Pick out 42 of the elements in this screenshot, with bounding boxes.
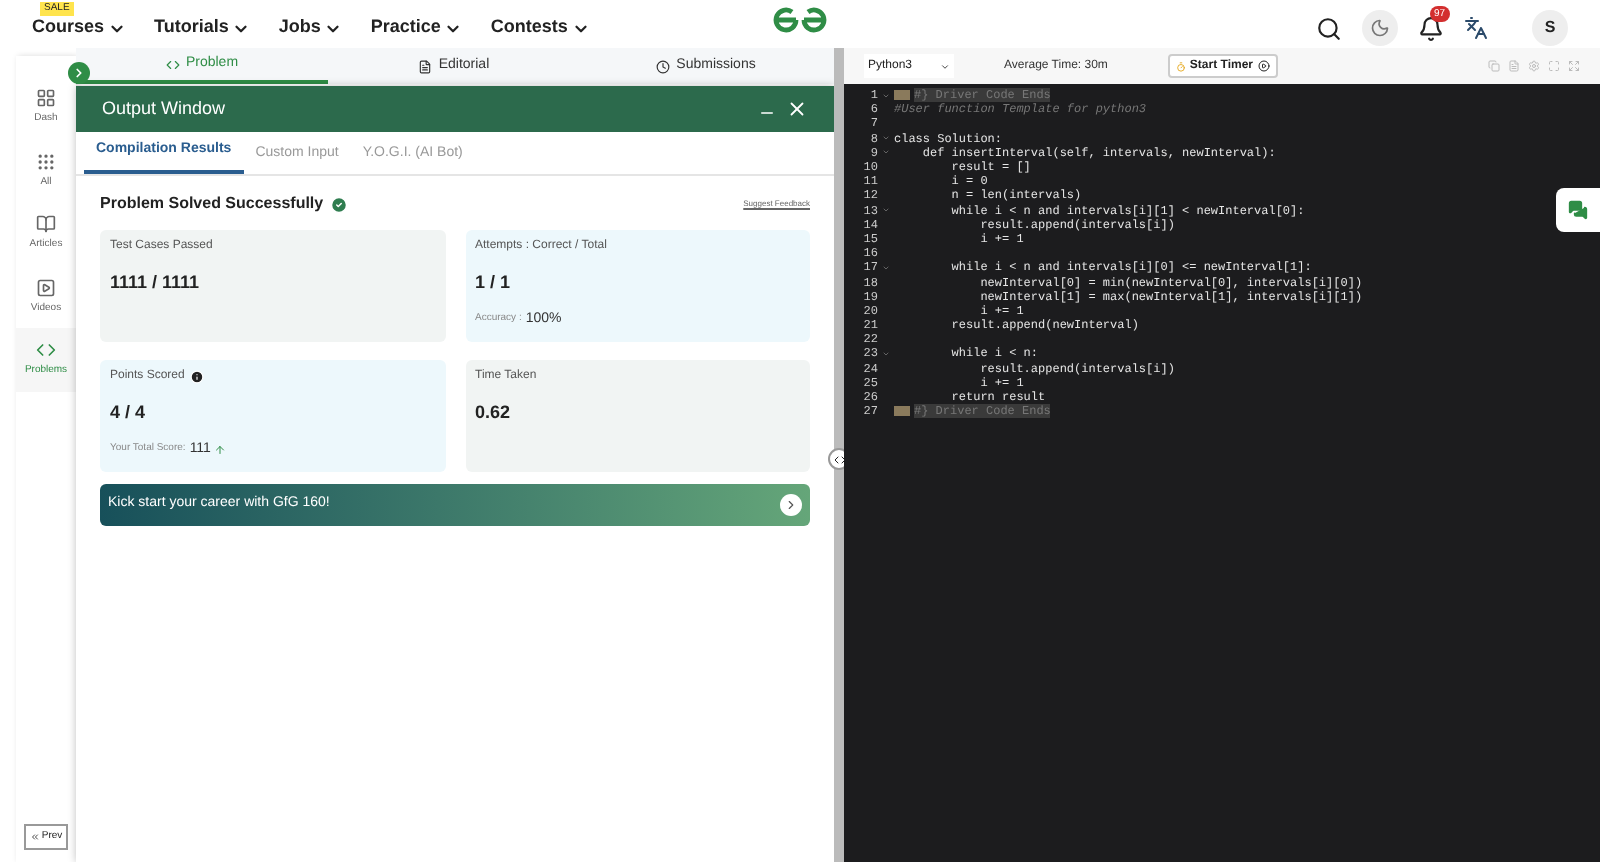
nav-menu-item[interactable]: Practice: [370, 14, 441, 42]
close-icon[interactable]: [786, 98, 808, 120]
fold-marker[interactable]: [894, 406, 910, 417]
nav-menu-item[interactable]: Courses: [32, 14, 105, 42]
stat-value: 0.62: [475, 400, 513, 426]
arrow-up-icon: [214, 443, 227, 456]
chevron-right-icon: [72, 66, 86, 80]
book-icon: [36, 214, 56, 234]
arrow-button[interactable]: [780, 494, 802, 516]
nav-menu-item[interactable]: Tutorials: [154, 14, 229, 42]
chat-icon: [1568, 200, 1588, 220]
stat-value: 4 / 4: [110, 400, 148, 426]
chevron-right-icon: [784, 498, 798, 512]
stat-value: 1 / 1: [475, 270, 513, 296]
info-icon: [190, 370, 205, 384]
document-icon: [418, 59, 433, 73]
chat-button[interactable]: [1556, 188, 1600, 232]
status-message: Problem Solved Successfully: [100, 192, 324, 216]
play-icon: [36, 277, 56, 297]
grid-icon: [36, 88, 56, 108]
theme-toggle[interactable]: [1362, 10, 1398, 46]
clock-icon: [656, 59, 671, 73]
nav-menu-item[interactable]: Jobs: [278, 14, 321, 42]
file-icon[interactable]: [1508, 60, 1520, 72]
check-icon: [329, 195, 348, 213]
translate-icon[interactable]: [1464, 16, 1488, 40]
chevron-down-icon: [940, 61, 950, 71]
fold-marker[interactable]: [894, 90, 910, 101]
logo-icon: [770, 6, 830, 34]
dots-grid-icon: [36, 151, 56, 171]
code-icon: [165, 57, 180, 71]
search-icon[interactable]: [1316, 15, 1342, 41]
moon-icon: [1370, 18, 1390, 38]
timer-icon: [1175, 61, 1186, 71]
notification-bell-icon[interactable]: [1418, 15, 1444, 41]
code-icon: [36, 340, 56, 360]
user-avatar[interactable]: S: [1532, 10, 1568, 46]
nav-menu-item[interactable]: Contests: [490, 14, 568, 42]
play-circle-icon: [1257, 60, 1269, 72]
window-title: Output Window: [102, 95, 226, 122]
double-chevron-left-icon: [29, 831, 40, 842]
stat-value: 1111 / 1111: [110, 270, 202, 296]
